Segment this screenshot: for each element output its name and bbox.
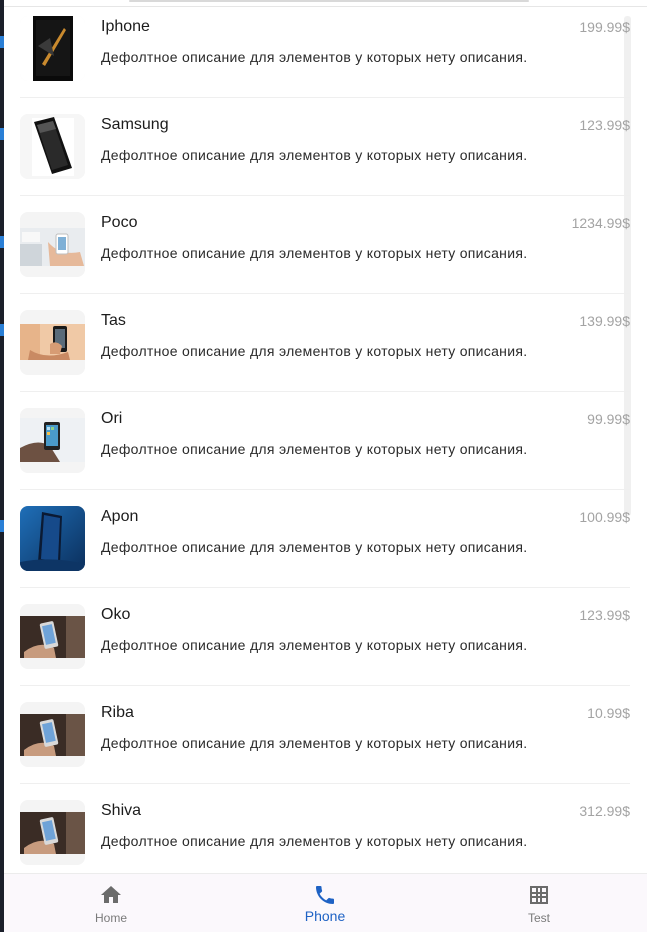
list-item[interactable]: Riba Дефолтное описание для элементов у … [20, 686, 630, 784]
product-image [20, 310, 85, 375]
product-image [20, 800, 85, 865]
product-image [20, 604, 85, 669]
product-description: Дефолтное описание для элементов у котор… [101, 343, 528, 359]
product-price: 199.99$ [579, 19, 630, 35]
product-image [20, 114, 85, 179]
product-price: 123.99$ [579, 607, 630, 623]
list-item[interactable]: Iphone Дефолтное описание для элементов … [20, 0, 630, 98]
list-item[interactable]: Oko Дефолтное описание для элементов у к… [20, 588, 630, 686]
nav-test[interactable]: Test [469, 874, 609, 932]
grid-icon [530, 886, 548, 904]
product-name: Samsung [101, 116, 169, 133]
product-price: 1234.99$ [571, 215, 630, 231]
list-item[interactable]: Shiva Дефолтное описание для элементов у… [20, 784, 630, 873]
product-image [20, 702, 85, 767]
product-name: Ori [101, 410, 123, 427]
nav-phone-label: Phone [304, 908, 346, 924]
app-screen: Iphone Дефолтное описание для элементов … [0, 0, 647, 932]
nav-home[interactable]: Home [41, 874, 181, 932]
product-name: Iphone [101, 18, 150, 35]
product-list[interactable]: Iphone Дефолтное описание для элементов … [4, 0, 647, 873]
nav-home-label: Home [94, 911, 127, 925]
product-price: 139.99$ [579, 313, 630, 329]
product-description: Дефолтное описание для элементов у котор… [101, 833, 528, 849]
product-name: Oko [101, 606, 131, 623]
list-item[interactable]: Ori Дефолтное описание для элементов у к… [20, 392, 630, 490]
product-name: Shiva [101, 802, 142, 819]
product-name: Apon [101, 508, 139, 525]
bottom-navigation: Home Phone Test [4, 873, 647, 932]
list-item[interactable]: Poco Дефолтное описание для элементов у … [20, 196, 630, 294]
product-image [20, 506, 85, 571]
list-item[interactable]: Apon Дефолтное описание для элементов у … [20, 490, 630, 588]
product-description: Дефолтное описание для элементов у котор… [101, 539, 528, 555]
product-description: Дефолтное описание для элементов у котор… [101, 49, 528, 65]
product-description: Дефолтное описание для элементов у котор… [101, 245, 528, 261]
product-description: Дефолтное описание для элементов у котор… [101, 735, 528, 751]
product-description: Дефолтное описание для элементов у котор… [101, 147, 528, 163]
list-item[interactable]: Samsung Дефолтное описание для элементов… [20, 98, 630, 196]
phone-icon [316, 886, 334, 904]
product-name: Tas [101, 312, 126, 329]
product-price: 123.99$ [579, 117, 630, 133]
home-icon [101, 886, 121, 903]
product-description: Дефолтное описание для элементов у котор… [101, 441, 528, 457]
product-price: 10.99$ [587, 705, 630, 721]
product-name: Riba [101, 704, 134, 721]
nav-phone[interactable]: Phone [255, 874, 395, 932]
product-price: 100.99$ [579, 509, 630, 525]
nav-test-label: Test [527, 911, 550, 925]
product-price: 312.99$ [579, 803, 630, 819]
product-image [20, 212, 85, 277]
product-name: Poco [101, 214, 138, 231]
product-image [20, 408, 85, 473]
product-price: 99.99$ [587, 411, 630, 427]
list-item[interactable]: Tas Дефолтное описание для элементов у к… [20, 294, 630, 392]
product-description: Дефолтное описание для элементов у котор… [101, 637, 528, 653]
product-image [20, 16, 85, 81]
